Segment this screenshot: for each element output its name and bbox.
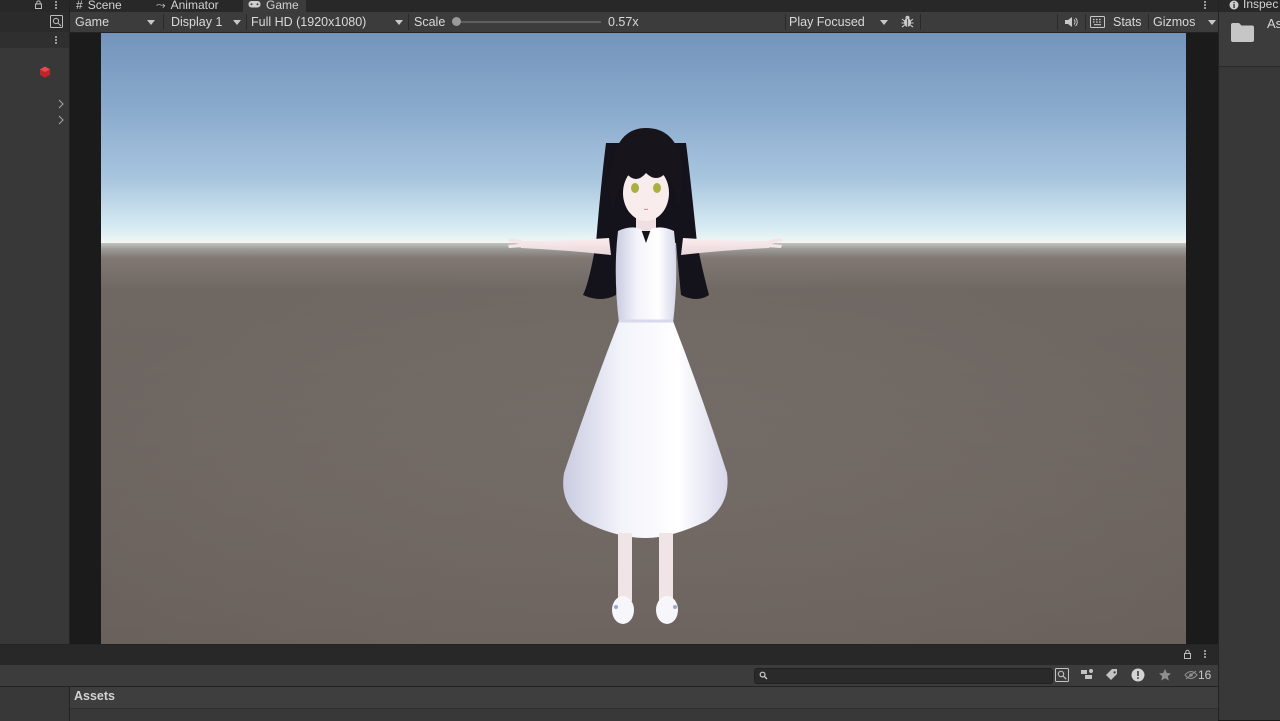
resolution-dropdown[interactable]: Full HD (1920x1080)	[246, 12, 408, 32]
toolbar-divider	[163, 14, 164, 30]
eye-icon[interactable]	[1184, 670, 1198, 680]
folder-icon	[1230, 22, 1255, 43]
play-mode-dropdown[interactable]: Play Focused	[784, 12, 893, 32]
info-icon	[1229, 0, 1239, 10]
hierarchy-filter-icon[interactable]	[1079, 667, 1094, 682]
toolbar-divider	[1057, 14, 1058, 30]
project-folder-tree	[0, 687, 70, 721]
hierarchy-tab-strip	[0, 0, 69, 12]
project-panel: 16 Assets	[0, 644, 1218, 721]
star-icon[interactable]	[1158, 668, 1172, 682]
chevron-down-icon	[880, 20, 888, 25]
play-mode-dropdown-label: Play Focused	[789, 15, 865, 29]
tab-label: Animator	[170, 0, 219, 12]
scale-slider-track[interactable]	[457, 21, 601, 23]
scale-slider-handle[interactable]	[452, 17, 461, 26]
hash-icon: #	[76, 0, 83, 12]
visibility-count: 16	[1198, 668, 1212, 682]
chevron-down-icon	[395, 20, 403, 25]
debug-bug-icon[interactable]	[900, 14, 915, 29]
game-view-toolbar: Game Display 1 Full HD (1920x1080) Scale…	[70, 1, 1218, 33]
project-search-field[interactable]	[754, 668, 1053, 684]
project-tab-strip	[0, 645, 1218, 665]
game-view-dropdown[interactable]: Game	[70, 12, 160, 32]
gizmos-button[interactable]: Gizmos	[1148, 12, 1218, 32]
toolbar-divider	[1085, 14, 1086, 30]
game-view-dropdown-label: Game	[75, 15, 110, 29]
avatar-character	[101, 128, 1186, 644]
tab-scene[interactable]: # Scene	[76, 0, 146, 12]
tab-game[interactable]: Game	[243, 0, 306, 12]
scale-value: 0.57x	[608, 15, 639, 29]
kebab-menu-icon[interactable]	[55, 36, 58, 45]
display-dropdown[interactable]: Display 1	[166, 12, 246, 32]
hierarchy-panel	[0, 0, 70, 644]
animator-icon: ⤳	[156, 0, 166, 12]
chevron-down-icon	[147, 20, 155, 25]
resolution-dropdown-label: Full HD (1920x1080)	[251, 15, 367, 29]
lock-icon[interactable]	[1183, 649, 1192, 659]
stats-button[interactable]: Stats	[1109, 12, 1149, 32]
display-dropdown-label: Display 1	[171, 15, 223, 29]
inspector-tab-strip: Inspec	[1219, 0, 1280, 12]
search-icon	[759, 671, 768, 680]
hierarchy-scene-header[interactable]	[0, 32, 69, 48]
project-breadcrumb-bar: Assets	[70, 687, 1218, 709]
tab-label: Game	[266, 0, 299, 12]
hierarchy-toolbar	[0, 12, 69, 32]
gizmos-button-label: Gizmos	[1153, 15, 1196, 29]
warning-icon[interactable]	[1131, 668, 1145, 682]
search-input[interactable]	[771, 669, 1041, 683]
kebab-menu-icon[interactable]	[1204, 1, 1207, 10]
view-tab-strip: # Scene ⤳ Animator Game	[70, 0, 1218, 12]
tab-animator[interactable]: ⤳ Animator	[156, 0, 244, 12]
keyboard-icon[interactable]	[1090, 16, 1105, 28]
search-by-type-icon[interactable]	[1055, 668, 1069, 682]
asset-labels-icon[interactable]	[1105, 668, 1119, 682]
tab-inspector[interactable]: Inspec	[1243, 0, 1278, 11]
lock-icon[interactable]	[34, 0, 43, 9]
scene-object-icon[interactable]	[38, 65, 52, 79]
kebab-menu-icon[interactable]	[1204, 650, 1207, 659]
mute-audio-icon[interactable]	[1064, 16, 1078, 28]
inspector-header: As	[1219, 12, 1280, 67]
chevron-down-icon	[233, 20, 241, 25]
gamepad-icon	[248, 1, 261, 10]
toolbar-divider	[920, 14, 921, 30]
chevron-down-icon	[1208, 20, 1216, 25]
inspector-asset-name: As	[1267, 16, 1280, 31]
chevron-right-icon[interactable]	[57, 99, 65, 109]
kebab-menu-icon[interactable]	[55, 1, 58, 10]
tab-label: Scene	[87, 0, 122, 12]
chevron-right-icon[interactable]	[57, 115, 65, 125]
breadcrumb-assets[interactable]: Assets	[74, 689, 115, 703]
maximize-icon[interactable]	[50, 15, 63, 28]
game-view-render[interactable]	[101, 33, 1186, 644]
inspector-panel: Inspec As	[1218, 0, 1280, 720]
